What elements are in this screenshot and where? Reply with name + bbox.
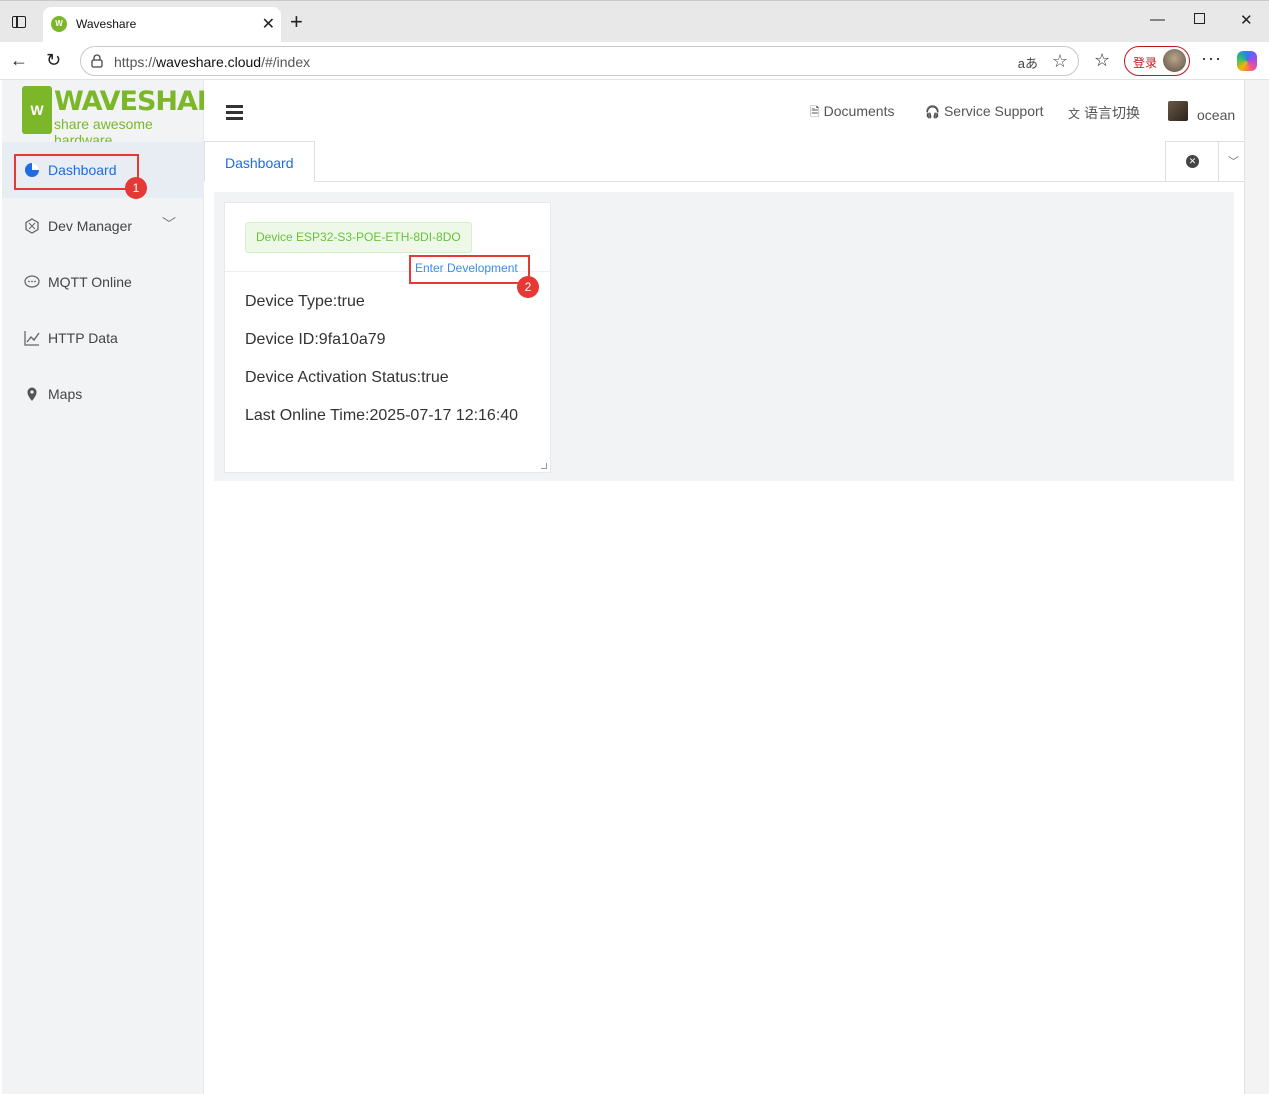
- activation-status: Device Activation Status:true: [245, 369, 449, 386]
- tab-dashboard[interactable]: Dashboard: [204, 141, 315, 182]
- waveshare-favicon-icon: W: [51, 16, 67, 32]
- service-support-link[interactable]: 🎧 Service Support: [925, 103, 1044, 119]
- step-badge-1: 1: [125, 177, 147, 199]
- more-icon[interactable]: ···: [1201, 48, 1222, 69]
- tab-tools-divider: [1218, 142, 1219, 181]
- close-tab-icon[interactable]: ✕: [262, 14, 275, 34]
- device-type: Device Type:true: [245, 293, 365, 310]
- dashboard-content: Device ESP32-S3-POE-ETH-8DI-8DO Enter De…: [214, 192, 1234, 481]
- sidebar-item-label: MQTT Online: [48, 274, 132, 290]
- sidebar-item-maps[interactable]: Maps: [2, 366, 204, 422]
- translate-icon: 文: [1068, 107, 1081, 121]
- resize-handle-icon[interactable]: [541, 463, 547, 469]
- refresh-icon[interactable]: ↻: [46, 50, 61, 71]
- sidebar-item-dev-manager[interactable]: Dev Manager ﹀: [2, 198, 204, 254]
- back-icon[interactable]: ←: [10, 50, 28, 71]
- device-name-tag: Device ESP32-S3-POE-ETH-8DI-8DO: [245, 222, 472, 253]
- favorites-icon[interactable]: ☆: [1094, 50, 1110, 71]
- logo-mark: W: [22, 86, 52, 134]
- step-badge-2: 2: [517, 276, 539, 298]
- copilot-icon[interactable]: [1237, 51, 1257, 71]
- documents-link[interactable]: 🗎 Documents: [810, 103, 894, 124]
- waveshare-logo[interactable]: W WAVESHARE share awesome hardware: [22, 86, 235, 148]
- last-online-time: Last Online Time:2025-07-17 12:16:40: [245, 407, 519, 424]
- read-aloud-icon[interactable]: aあ: [1018, 53, 1038, 72]
- sidebar-item-label: Dev Manager: [48, 218, 133, 234]
- browser-tab[interactable]: W Waveshare ✕: [43, 7, 281, 43]
- browser-tab-bar: W Waveshare ✕ + — ✕: [0, 0, 1269, 43]
- document-icon: 🗎: [810, 105, 820, 119]
- maximize-icon[interactable]: [1194, 13, 1205, 24]
- hamburger-menu-icon[interactable]: [226, 105, 243, 120]
- page-tabs: Dashboard ✕ ﹀: [204, 141, 1247, 182]
- window-right-edge: [1244, 80, 1269, 1094]
- tab-tools: ✕ ﹀: [1165, 141, 1247, 182]
- close-window-icon[interactable]: ✕: [1240, 11, 1253, 29]
- user-avatar[interactable]: [1168, 101, 1188, 121]
- login-button[interactable]: 登录: [1124, 46, 1190, 76]
- sidebar-item-mqtt-online[interactable]: MQTT Online: [2, 254, 204, 310]
- device-id: Device ID:9fa10a79: [245, 331, 386, 348]
- user-name[interactable]: ocean: [1197, 107, 1235, 123]
- headset-icon: 🎧: [925, 105, 940, 119]
- address-bar-row: ← ↻ https://waveshare.cloud/#/index aあ ☆…: [0, 42, 1269, 80]
- hexagon-icon: [25, 218, 39, 234]
- sidebar-item-http-data[interactable]: HTTP Data: [2, 310, 204, 366]
- highlight-enter-development: [409, 255, 530, 284]
- profile-avatar: [1163, 49, 1186, 72]
- language-switch-link[interactable]: 文语言切换: [1068, 103, 1140, 123]
- url-input[interactable]: https://waveshare.cloud/#/index aあ ☆: [80, 46, 1079, 76]
- chat-icon: [24, 275, 40, 288]
- url-text: https://waveshare.cloud/#/index: [114, 54, 311, 70]
- map-pin-icon: [27, 387, 37, 401]
- device-card: Device ESP32-S3-POE-ETH-8DI-8DO Enter De…: [224, 202, 551, 473]
- sidebar-item-label: HTTP Data: [48, 330, 118, 346]
- sidebar: W WAVESHARE share awesome hardware Dashb…: [2, 80, 235, 1094]
- chevron-down-icon[interactable]: ﹀: [1228, 153, 1239, 169]
- highlight-dashboard: [14, 154, 139, 190]
- close-tabs-icon[interactable]: ✕: [1186, 155, 1199, 168]
- main-panel: 🗎 Documents 🎧 Service Support 文语言切换 ocean …: [204, 80, 1247, 1094]
- line-chart-icon: [24, 331, 40, 346]
- sidebar-item-label: Maps: [48, 386, 83, 402]
- app-window: W WAVESHARE share awesome hardware Dashb…: [2, 80, 1247, 1094]
- browser-tab-title: Waveshare: [76, 17, 137, 31]
- top-header: 🗎 Documents 🎧 Service Support 文语言切换 ocean: [204, 80, 1244, 140]
- star-icon[interactable]: ☆: [1052, 51, 1068, 72]
- chevron-down-icon[interactable]: ﹀: [162, 214, 176, 234]
- new-tab-icon[interactable]: +: [290, 10, 303, 34]
- tab-actions-icon[interactable]: [12, 16, 26, 28]
- minimize-icon[interactable]: —: [1150, 11, 1165, 28]
- lock-icon[interactable]: [91, 54, 103, 68]
